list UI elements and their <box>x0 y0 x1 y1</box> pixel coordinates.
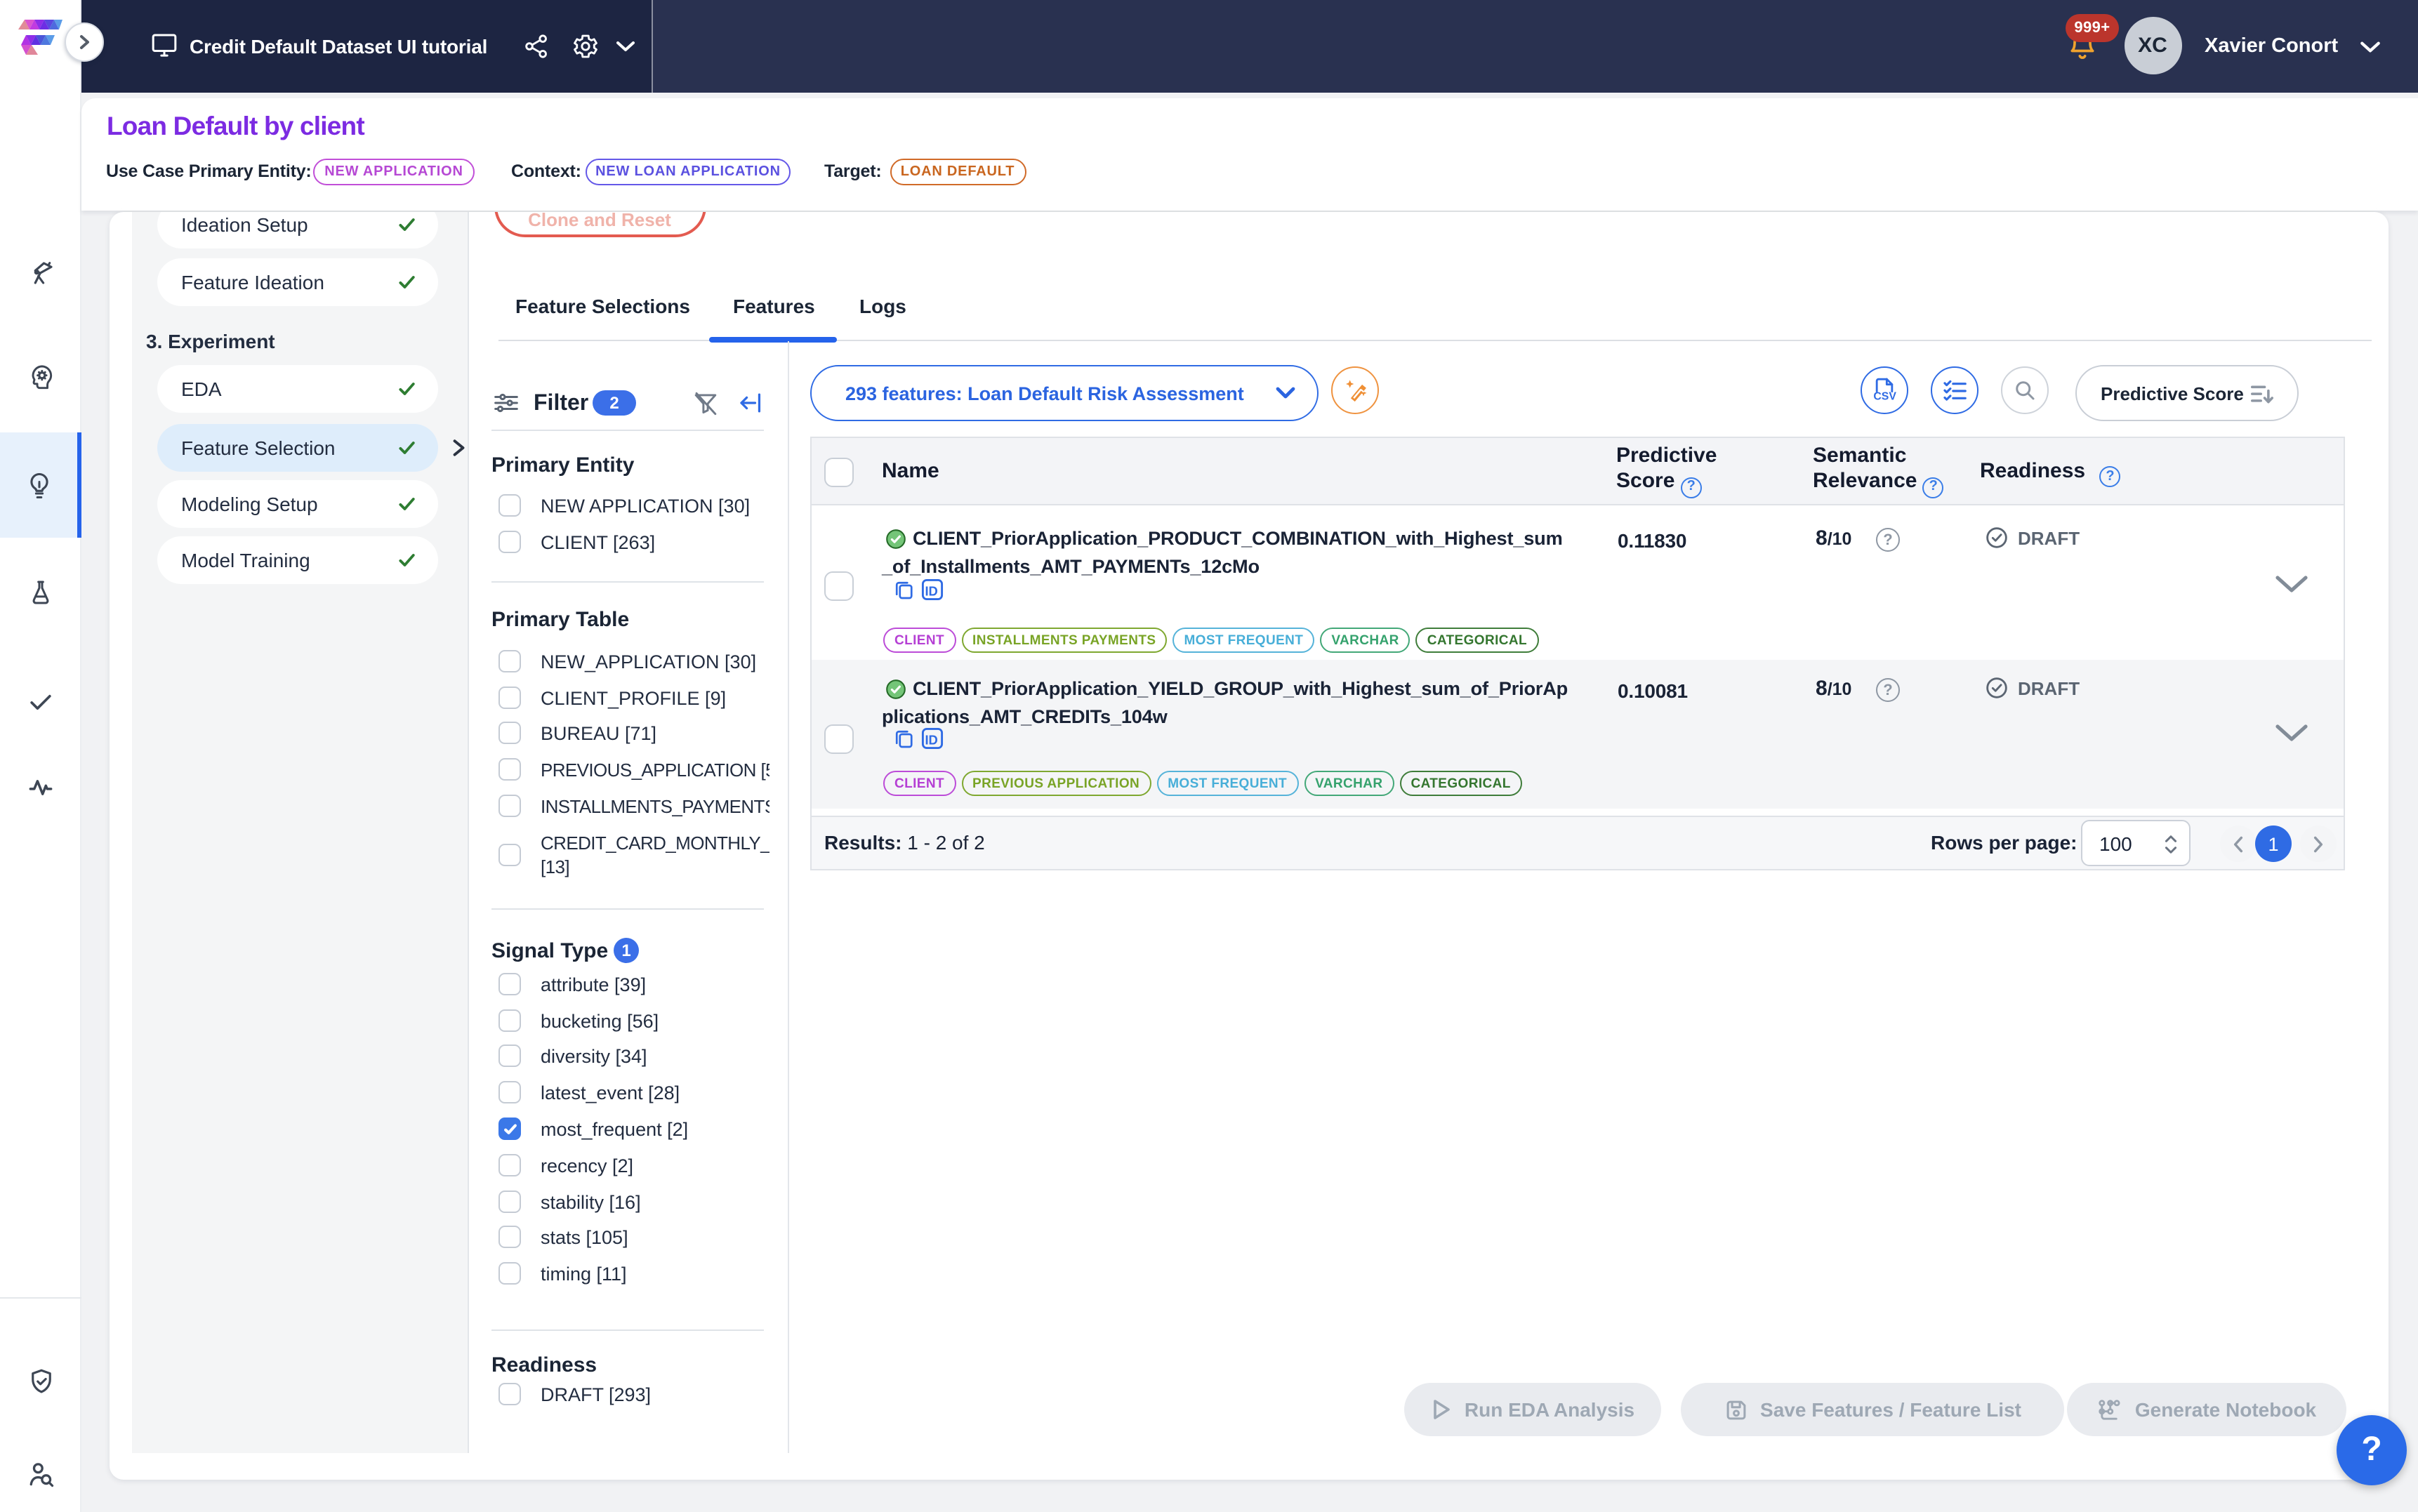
svg-text:CSV: CSV <box>1873 390 1896 402</box>
svg-text:ID: ID <box>925 732 937 747</box>
svg-text:ID: ID <box>925 583 937 598</box>
